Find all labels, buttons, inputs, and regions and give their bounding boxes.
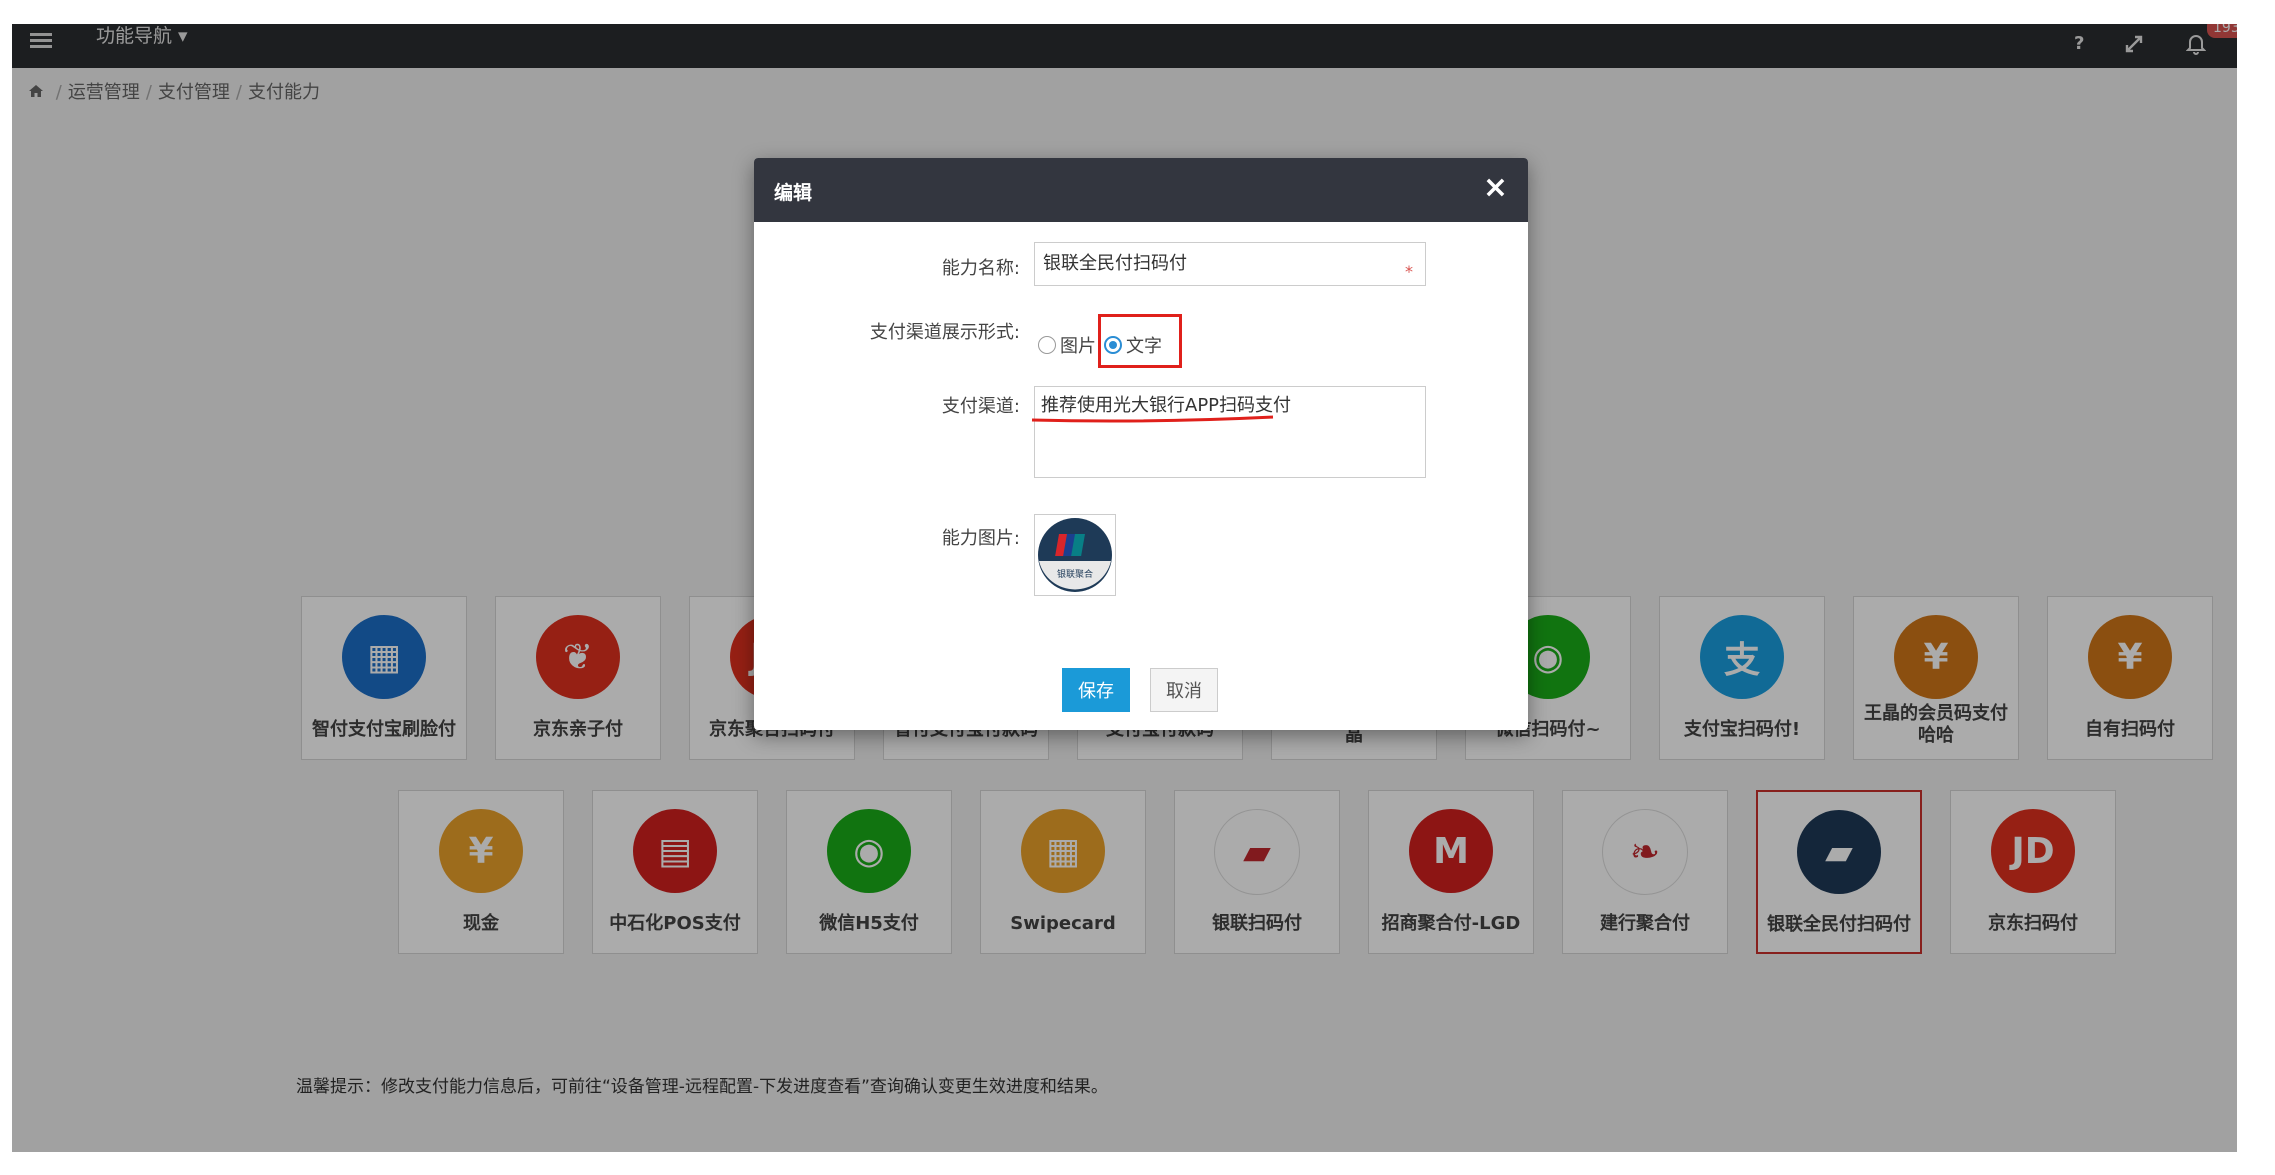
close-icon[interactable]: × <box>1483 170 1508 205</box>
channel-textarea[interactable]: 推荐使用光大银行APP扫码支付 <box>1034 386 1426 478</box>
channel-text-value: 推荐使用光大银行APP扫码支付 <box>1041 395 1292 416</box>
unionpay-icon: 银联聚合 <box>1038 518 1112 592</box>
capability-image-thumbnail[interactable]: 银联聚合 <box>1034 514 1116 596</box>
dialog-title: 编辑 <box>774 182 813 204</box>
red-underline-annotation <box>1031 415 1274 423</box>
required-mark: * <box>1405 262 1413 281</box>
radio-image-circle[interactable] <box>1038 336 1056 354</box>
name-label: 能力名称: <box>941 258 1020 279</box>
highlight-box <box>1098 314 1182 368</box>
thumb-caption: 银联聚合 <box>1057 568 1093 580</box>
app-frame: 功能导航 ▾ ? 193 /运营管理 / 支付管理 / 支付能力 ▦ 智付支付宝刷脸付 ❦ 京… <box>12 24 2237 1152</box>
channel-label: 支付渠道: <box>941 396 1020 417</box>
radio-image-label: 图片 <box>1060 336 1096 357</box>
capability-name-input[interactable]: 银联全民付扫码付 * <box>1034 242 1426 286</box>
save-button[interactable]: 保存 <box>1062 668 1130 712</box>
capability-image-label: 能力图片: <box>941 528 1020 549</box>
display-mode-label: 支付渠道展示形式: <box>869 322 1020 343</box>
dialog-header: 编辑 × <box>754 158 1528 222</box>
edit-dialog: 编辑 × 能力名称: 银联全民付扫码付 * 支付渠道展示形式: 图片 文字 支付… <box>754 158 1528 730</box>
capability-name-value: 银联全民付扫码付 <box>1043 253 1187 274</box>
cancel-button[interactable]: 取消 <box>1150 668 1218 712</box>
radio-image[interactable]: 图片 <box>1038 332 1096 358</box>
